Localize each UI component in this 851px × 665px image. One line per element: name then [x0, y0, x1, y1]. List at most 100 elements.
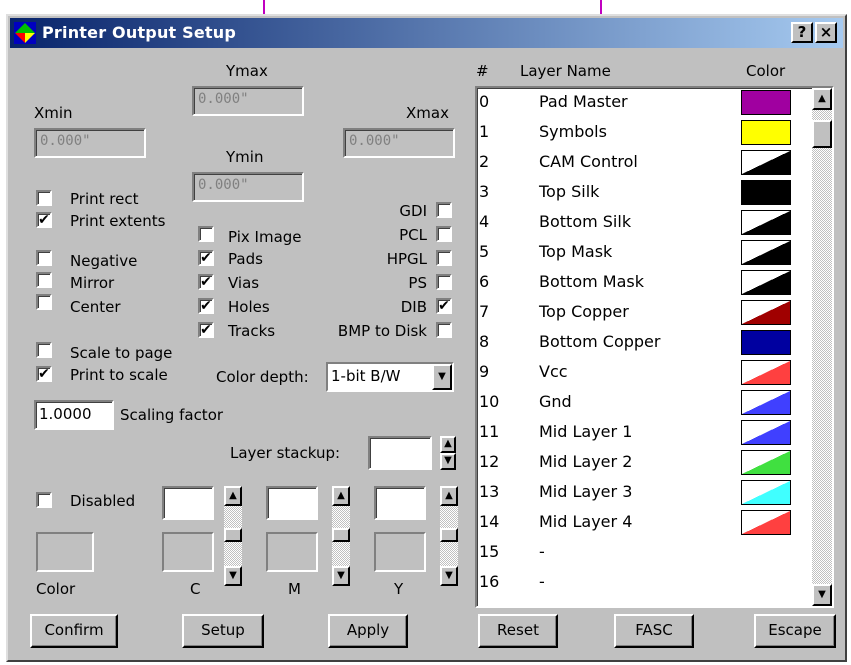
layer-row[interactable]: 4 Bottom Silk — [477, 208, 813, 238]
xmax-field[interactable]: 0.000" — [343, 128, 455, 158]
layer-row[interactable]: 15 - — [477, 538, 813, 568]
magenta-down-arrow[interactable]: ▼ — [332, 566, 350, 586]
layer-color-swatch[interactable] — [741, 270, 791, 295]
layer-name: Vcc — [539, 362, 568, 381]
layer-row[interactable]: 16 - — [477, 568, 813, 598]
cyan-thumb[interactable] — [224, 528, 242, 542]
layer-number: 7 — [479, 302, 490, 321]
layer-color-swatch[interactable] — [741, 120, 791, 145]
print-extents-checkbox[interactable]: ✔ — [36, 212, 52, 228]
hpgl-checkbox[interactable] — [436, 250, 452, 266]
layer-color-swatch[interactable] — [741, 330, 791, 355]
layer-name: Pad Master — [539, 92, 628, 111]
layer-name: Bottom Copper — [539, 332, 661, 351]
layer-stackup-up-arrow[interactable]: ▲ — [440, 436, 456, 453]
color-depth-select[interactable]: 1-bit B/W ▼ — [326, 362, 454, 392]
help-button[interactable]: ? — [791, 22, 813, 43]
apply-button[interactable]: Apply — [328, 614, 408, 648]
layer-color-swatch[interactable] — [741, 390, 791, 415]
layer-color-swatch[interactable] — [741, 240, 791, 265]
ymax-field[interactable]: 0.000" — [192, 86, 304, 116]
layer-row[interactable]: 13 Mid Layer 3 — [477, 478, 813, 508]
background-line-left — [263, 0, 265, 14]
layer-row[interactable]: 0 Pad Master — [477, 88, 813, 118]
layer-stackup-down-arrow[interactable]: ▼ — [440, 453, 456, 470]
yellow-thumb[interactable] — [440, 528, 458, 542]
xmin-field[interactable]: 0.000" — [34, 128, 146, 158]
title-bar[interactable]: Printer Output Setup ? × — [10, 18, 843, 48]
layer-row[interactable]: 9 Vcc — [477, 358, 813, 388]
print-to-scale-checkbox[interactable]: ✔ — [36, 366, 52, 382]
dib-checkbox[interactable]: ✔ — [436, 298, 452, 314]
scroll-thumb[interactable] — [812, 120, 832, 148]
color-depth-dropdown-arrow[interactable]: ▼ — [432, 364, 452, 390]
negative-label: Negative — [70, 252, 138, 270]
print-rect-checkbox[interactable] — [36, 190, 52, 206]
pix-image-checkbox[interactable] — [198, 226, 214, 242]
holes-checkbox[interactable]: ✔ — [198, 298, 214, 314]
layer-list[interactable]: 0 Pad Master 1 Symbols 2 CAM Control 3 Top Silk… — [475, 86, 834, 608]
layer-list-scrollbar[interactable]: ▲ ▼ — [812, 88, 832, 606]
yellow-input[interactable] — [374, 486, 426, 520]
layer-color-swatch[interactable] — [741, 180, 791, 205]
close-button[interactable]: × — [815, 22, 837, 43]
layer-row[interactable]: 1 Symbols — [477, 118, 813, 148]
layer-row[interactable]: 6 Bottom Mask — [477, 268, 813, 298]
layer-color-swatch[interactable] — [741, 360, 791, 385]
ymin-field[interactable]: 0.000" — [192, 172, 304, 202]
cyan-up-arrow[interactable]: ▲ — [224, 486, 242, 506]
mirror-checkbox[interactable] — [36, 272, 52, 288]
layer-name: Top Mask — [539, 242, 613, 261]
layer-row[interactable]: 2 CAM Control — [477, 148, 813, 178]
layer-row[interactable]: 14 Mid Layer 4 — [477, 508, 813, 538]
layer-stackup-input[interactable] — [368, 436, 432, 470]
pcl-checkbox[interactable] — [436, 226, 452, 242]
scroll-up-arrow[interactable]: ▲ — [812, 88, 832, 110]
layer-color-swatch[interactable] — [741, 90, 791, 115]
reset-button[interactable]: Reset — [478, 614, 558, 648]
disabled-checkbox[interactable] — [36, 492, 52, 508]
layer-color-swatch[interactable] — [741, 210, 791, 235]
vias-checkbox[interactable]: ✔ — [198, 274, 214, 290]
layer-number: 3 — [479, 182, 490, 201]
setup-button[interactable]: Setup — [182, 614, 264, 648]
holes-label: Holes — [228, 298, 270, 316]
layer-color-swatch[interactable] — [741, 450, 791, 475]
layer-row[interactable]: 8 Bottom Copper — [477, 328, 813, 358]
magenta-up-arrow[interactable]: ▲ — [332, 486, 350, 506]
magenta-input[interactable] — [266, 486, 318, 520]
ps-checkbox[interactable] — [436, 274, 452, 290]
layer-row[interactable]: 5 Top Mask — [477, 238, 813, 268]
layer-color-swatch[interactable] — [741, 300, 791, 325]
layer-number: 15 — [479, 542, 500, 561]
window-title: Printer Output Setup — [42, 23, 237, 42]
escape-button[interactable]: Escape — [754, 614, 836, 648]
cyan-input[interactable] — [162, 486, 214, 520]
layer-name: CAM Control — [539, 152, 638, 171]
yellow-down-arrow[interactable]: ▼ — [440, 566, 458, 586]
layer-row[interactable]: 3 Top Silk — [477, 178, 813, 208]
layer-color-swatch[interactable] — [741, 510, 791, 535]
pads-checkbox[interactable]: ✔ — [198, 250, 214, 266]
bmp-to-disk-checkbox[interactable] — [436, 322, 452, 338]
layer-row[interactable]: 7 Top Copper — [477, 298, 813, 328]
center-checkbox[interactable] — [36, 294, 52, 310]
magenta-thumb[interactable] — [332, 528, 350, 542]
scaling-factor-input[interactable]: 1.0000 — [34, 400, 114, 430]
layer-color-swatch[interactable] — [741, 480, 791, 505]
tracks-checkbox[interactable]: ✔ — [198, 322, 214, 338]
gdi-checkbox[interactable] — [436, 202, 452, 218]
fasc-button[interactable]: FASC — [614, 614, 694, 648]
scroll-down-arrow[interactable]: ▼ — [812, 584, 832, 606]
negative-checkbox[interactable] — [36, 250, 52, 266]
layer-color-swatch[interactable] — [741, 150, 791, 175]
color-label: Color — [36, 580, 76, 598]
layer-color-swatch[interactable] — [741, 420, 791, 445]
layer-row[interactable]: 10 Gnd — [477, 388, 813, 418]
yellow-up-arrow[interactable]: ▲ — [440, 486, 458, 506]
layer-row[interactable]: 12 Mid Layer 2 — [477, 448, 813, 478]
scale-to-page-checkbox[interactable] — [36, 342, 52, 358]
confirm-button[interactable]: Confirm — [30, 614, 118, 648]
layer-row[interactable]: 11 Mid Layer 1 — [477, 418, 813, 448]
cyan-down-arrow[interactable]: ▼ — [224, 566, 242, 586]
